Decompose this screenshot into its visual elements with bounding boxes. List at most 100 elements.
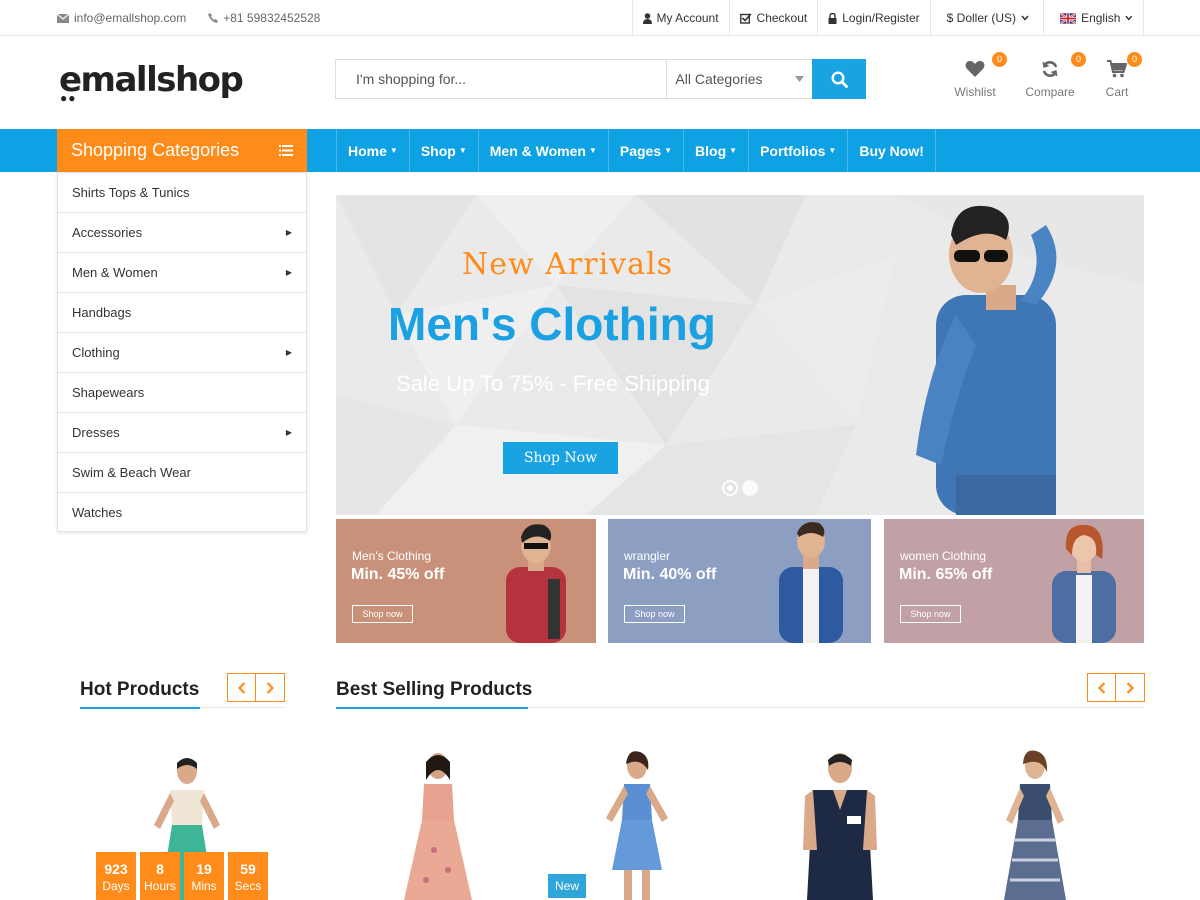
category-list: Shirts Tops & Tunics Accessories ▶ Men & … [57,172,307,532]
cart-button[interactable]: 0 Cart [1102,52,1142,99]
menu-item-portfolios[interactable]: Portfolios ▼ [749,129,849,172]
countdown-value: 59 [240,861,256,877]
menu-item-label: Home [348,142,387,159]
shopping-categories-toggle[interactable]: Shopping Categories [57,129,307,172]
countdown-secs: 59 Secs [228,852,268,900]
currency-label: $ Doller (US) [946,11,1016,25]
check-square-icon [739,12,752,24]
promo-line2: Min. 45% off [351,566,445,583]
category-item[interactable]: Watches [58,493,306,531]
list-icon [279,145,293,156]
slider-dot[interactable] [742,480,758,496]
my-account-link[interactable]: My Account [631,0,729,36]
login-register-link[interactable]: Login/Register [817,0,929,36]
product-image[interactable] [795,750,885,900]
category-item[interactable]: Swim & Beach Wear [58,453,306,493]
promo-shop-now-button[interactable]: Shop now [900,605,961,623]
search-input[interactable] [336,60,667,98]
login-register-label: Login/Register [842,11,920,25]
cart-icon [1107,60,1127,78]
countdown-unit: Mins [191,879,217,893]
phone-text: +81 59832452528 [223,11,321,25]
my-account-label: My Account [656,11,719,25]
promo-shop-now-button[interactable]: Shop now [624,605,685,623]
menu-item-buy-now[interactable]: Buy Now! [848,129,936,172]
top-bar: info@emallshop.com +81 59832452528 My Ac… [0,0,1200,36]
menu-item-label: Buy Now! [859,142,924,159]
section-accent [336,707,528,709]
menu-item-shop[interactable]: Shop ▼ [410,129,479,172]
main-menu: Home ▼ Shop ▼ Men & Women ▼ Pages ▼ Blog ▼ Po… [336,129,936,172]
email-text: info@emallshop.com [74,11,187,25]
promo-model-image [779,522,843,643]
caret-right-icon: ▶ [285,348,292,357]
category-item[interactable]: Accessories ▶ [58,213,306,253]
category-item[interactable]: Dresses ▶ [58,413,306,453]
product-image[interactable] [592,750,682,900]
envelope-icon [57,13,69,23]
promo-model-image [1052,524,1116,643]
countdown-value: 8 [156,861,164,877]
promo-banner-mens[interactable]: Men's Clothing Min. 45% off Shop now [336,519,596,643]
next-button[interactable] [256,673,285,702]
menu-item-blog[interactable]: Blog ▼ [684,129,750,172]
language-select[interactable]: English [1043,0,1144,36]
promo-shop-now-button[interactable]: Shop now [352,605,413,623]
category-item[interactable]: Handbags [58,293,306,333]
promo-line1: women Clothing [900,549,987,563]
category-label: Watches [72,504,123,520]
wishlist-button[interactable]: 0 Wishlist [953,52,1007,99]
cart-count-badge: 0 [1127,52,1142,67]
category-label: Dresses [72,425,120,440]
promo-banner-women[interactable]: women Clothing Min. 65% off Shop now [884,519,1144,643]
category-item[interactable]: Clothing ▶ [58,333,306,373]
compare-button[interactable]: 0 Compare [1024,52,1086,99]
menu-item-pages[interactable]: Pages ▼ [609,129,685,172]
currency-select[interactable]: $ Doller (US) [929,0,1043,36]
hot-products-arrows [227,673,285,702]
slider-dot-active[interactable] [722,480,738,496]
countdown-unit: Days [102,879,130,893]
menu-item-home[interactable]: Home ▼ [336,129,410,172]
promo-line2: Min. 40% off [623,566,717,583]
countdown-value: 923 [104,861,128,877]
search-button[interactable] [812,59,867,99]
section-accent [80,707,200,709]
compare-count-badge: 0 [1071,52,1086,67]
menu-item-label: Men & Women [489,142,586,159]
countdown-days: 923 Days [96,852,136,900]
countdown-unit: Secs [234,879,262,893]
caret-down-icon: ▼ [828,146,837,155]
slider-dots [722,480,758,496]
product-image[interactable] [990,750,1080,900]
chevron-down-icon [1021,15,1029,21]
menu-item-men-women[interactable]: Men & Women ▼ [479,129,609,172]
best-selling-title: Best Selling Products [336,679,533,700]
prev-button[interactable] [1087,673,1116,702]
promo-model-image [506,524,566,643]
lock-icon [828,12,837,24]
prev-button[interactable] [227,673,256,702]
next-button[interactable] [1116,673,1145,702]
phone-icon [208,13,219,23]
countdown-value: 19 [196,861,212,877]
hero-title: Men's Clothing [388,298,716,350]
site-logo[interactable]: emallshop [59,60,244,100]
category-label: Handbags [72,305,132,320]
countdown-unit: Hours [143,879,176,893]
category-item[interactable]: Shirts Tops & Tunics [58,173,306,213]
category-select[interactable]: All Categories [666,60,812,98]
category-item[interactable]: Shapewears [58,373,306,413]
checkout-label: Checkout [756,11,808,25]
product-image[interactable] [398,750,478,900]
search-icon [831,70,848,88]
category-item[interactable]: Men & Women ▶ [58,253,306,293]
category-label: Shirts Tops & Tunics [72,185,190,200]
checkout-link[interactable]: Checkout [728,0,818,36]
categories-title: Shopping Categories [71,140,240,160]
logo-dots: ●● [60,91,77,105]
wishlist-label: Wishlist [954,85,996,99]
shop-now-button[interactable]: Shop Now [503,442,618,474]
promo-banner-wrangler[interactable]: wrangler Min. 40% off Shop now [608,519,871,643]
chevron-down-icon [1125,15,1133,21]
